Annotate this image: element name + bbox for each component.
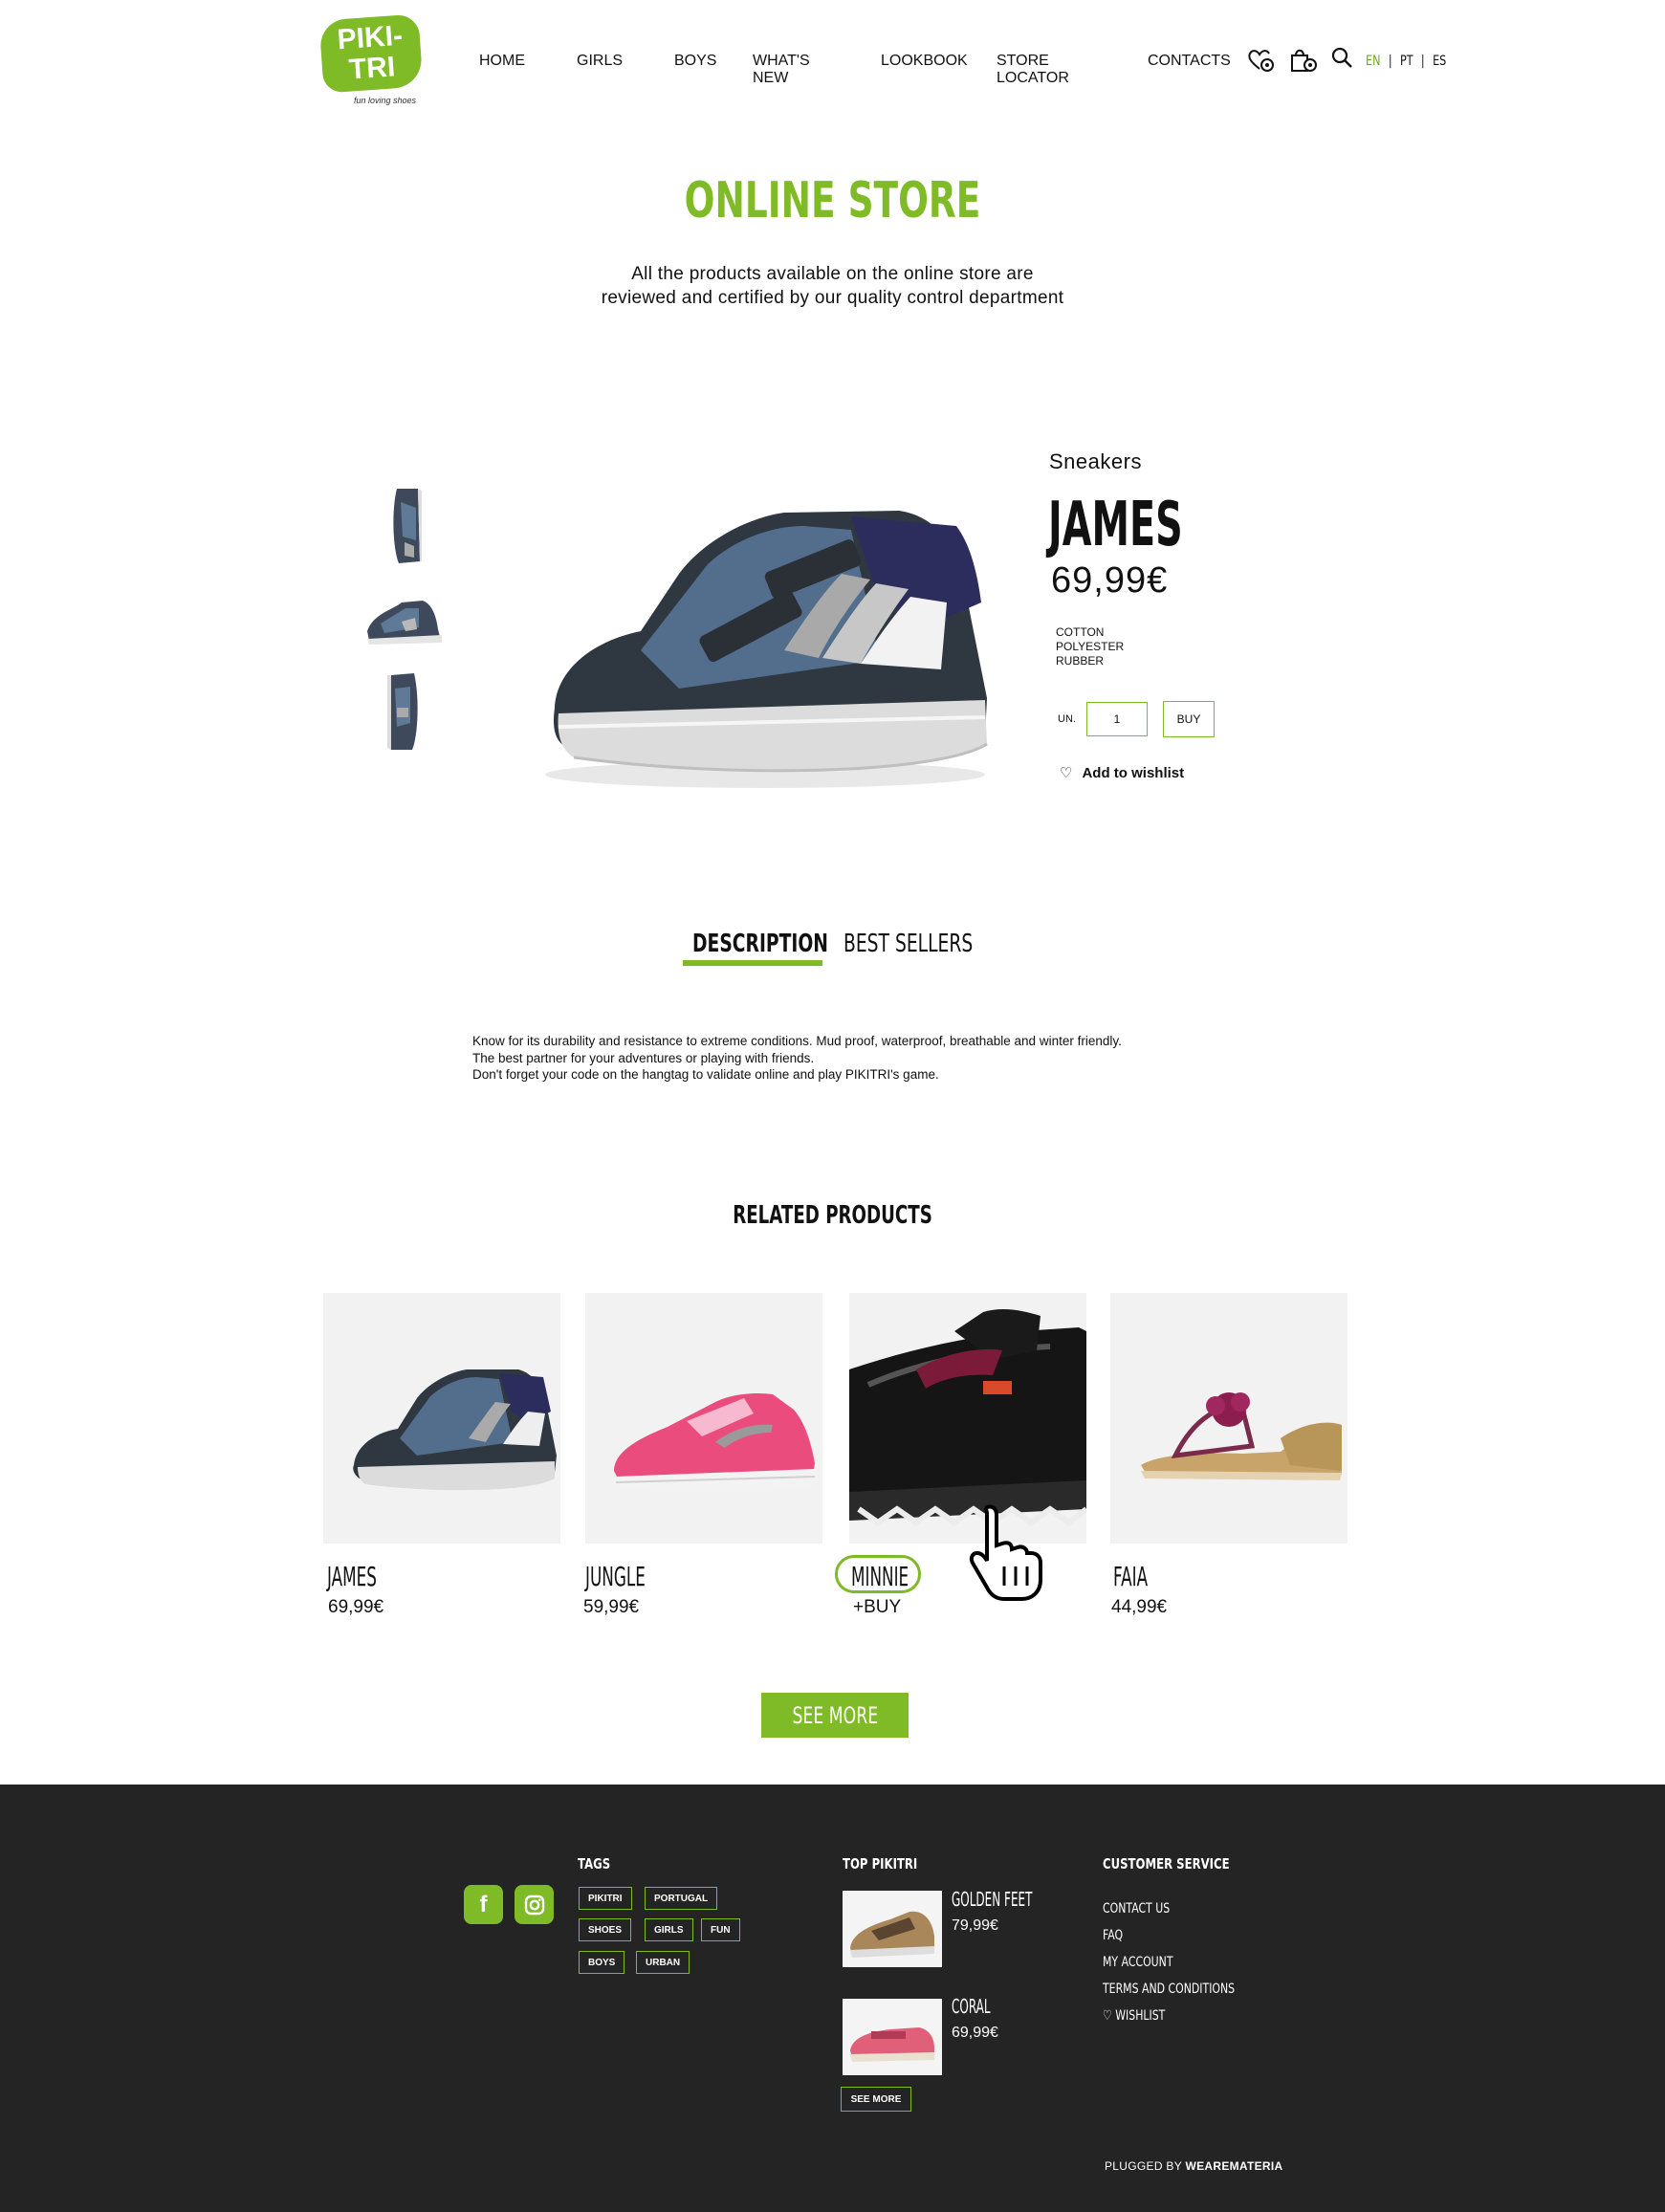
- nav-store-locator[interactable]: STORE LOCATOR: [997, 53, 1069, 87]
- tag-portugal[interactable]: PORTUGAL: [645, 1887, 718, 1910]
- related-price-faia: 44,99€: [1111, 1597, 1168, 1617]
- related-card-image-faia[interactable]: [1110, 1293, 1347, 1544]
- top-item-price-golden-feet: 79,99€: [952, 1917, 998, 1934]
- wishlist-label: Add to wishlist: [1082, 765, 1185, 781]
- related-name-jungle[interactable]: JUNGLE: [585, 1561, 646, 1592]
- tag-urban[interactable]: URBAN: [636, 1951, 690, 1974]
- description-line: The best partner for your adventures or …: [472, 1050, 815, 1065]
- see-more-label: SEE MORE: [792, 1701, 878, 1729]
- cs-link-my-account[interactable]: MY ACCOUNT: [1103, 1955, 1173, 1970]
- nav-contacts[interactable]: CONTACTS: [1148, 53, 1231, 70]
- intro-line: reviewed and certified by our quality co…: [601, 288, 1064, 308]
- product-main-image: [536, 488, 1004, 803]
- top-item-price-coral: 69,99€: [952, 2025, 998, 2041]
- facebook-icon[interactable]: f: [464, 1885, 503, 1924]
- nav-whats-new[interactable]: WHAT'S NEW: [753, 53, 810, 87]
- description-line: Know for its durability and resistance t…: [472, 1034, 1122, 1048]
- related-products-title: RELATED PRODUCTS: [733, 1201, 932, 1230]
- heart-icon: ♡: [1060, 765, 1073, 781]
- header-icons: [1246, 46, 1353, 73]
- plugged-by-label: PLUGGED BY: [1105, 2159, 1182, 2173]
- hand-cursor-icon: [966, 1503, 1042, 1608]
- page-title: ONLINE STORE: [684, 172, 981, 230]
- tab-description[interactable]: DESCRIPTION: [692, 930, 828, 958]
- material-item: RUBBER: [1056, 654, 1105, 668]
- tag-fun[interactable]: FUN: [701, 1918, 740, 1941]
- nav-boys[interactable]: BOYS: [674, 53, 716, 70]
- related-price-jungle: 59,99€: [583, 1597, 640, 1617]
- tab-active-indicator: [683, 960, 822, 966]
- cart-bag-icon[interactable]: [1288, 46, 1317, 73]
- tag-pikitri[interactable]: PIKITRI: [579, 1887, 632, 1910]
- description-text: Know for its durability and resistance t…: [472, 1033, 1122, 1084]
- see-more-button[interactable]: SEE MORE: [761, 1693, 909, 1738]
- footer-cs-title: CUSTOMER SERVICE: [1103, 1855, 1230, 1873]
- logo[interactable]: PIKI-TRI: [318, 13, 424, 94]
- nav-lookbook[interactable]: LOOKBOOK: [881, 53, 968, 70]
- top-item-name-coral[interactable]: CORAL: [952, 1995, 991, 2018]
- thumbnail-3[interactable]: [361, 667, 448, 758]
- quantity-label: UN.: [1058, 713, 1076, 725]
- lang-en[interactable]: EN: [1366, 54, 1380, 69]
- tag-boys[interactable]: BOYS: [579, 1951, 625, 1974]
- instagram-icon[interactable]: [515, 1885, 554, 1924]
- intro-line: All the products available on the online…: [631, 264, 1034, 284]
- quantity-row: UN. 1 BUY: [1058, 701, 1215, 737]
- lang-sep: |: [1388, 54, 1392, 69]
- top-item-name-golden-feet[interactable]: GOLDEN FEET: [952, 1888, 1032, 1911]
- related-name-faia[interactable]: FAIA: [1113, 1561, 1148, 1592]
- cs-link-wishlist[interactable]: ♡ WISHLIST: [1103, 2008, 1165, 2024]
- product-category: Sneakers: [1049, 449, 1142, 473]
- quantity-input[interactable]: 1: [1086, 702, 1148, 736]
- logo-tagline: fun loving shoes: [354, 96, 417, 105]
- material-item: POLYESTER: [1056, 640, 1125, 653]
- related-name-minnie[interactable]: MINNIE: [851, 1561, 909, 1592]
- cs-link-terms[interactable]: TERMS AND CONDITIONS: [1103, 1982, 1235, 1997]
- product-price: 69,99€: [1051, 560, 1169, 601]
- intro-text: All the products available on the online…: [0, 262, 1665, 310]
- logo-text: PIKI-TRI: [336, 19, 405, 86]
- plugged-by-credit[interactable]: PLUGGED BY WEAREMATERIA: [1105, 2159, 1283, 2173]
- tag-girls[interactable]: GIRLS: [645, 1918, 693, 1941]
- top-item-image-golden-feet[interactable]: [843, 1891, 942, 1967]
- tag-shoes[interactable]: SHOES: [579, 1918, 632, 1941]
- material-item: COTTON: [1056, 625, 1105, 639]
- related-card-image-james[interactable]: [323, 1293, 560, 1544]
- related-name-james[interactable]: JAMES: [327, 1561, 377, 1592]
- tab-best-sellers[interactable]: BEST SELLERS: [843, 930, 973, 958]
- product-materials: COTTON POLYESTER RUBBER: [1056, 625, 1124, 668]
- related-card-image-jungle[interactable]: [585, 1293, 822, 1544]
- related-buy-minnie[interactable]: +BUY: [853, 1597, 901, 1618]
- cs-link-faq[interactable]: FAQ: [1103, 1928, 1123, 1943]
- search-icon[interactable]: [1330, 46, 1353, 73]
- cs-link-contact-us[interactable]: CONTACT US: [1103, 1901, 1170, 1916]
- nav-girls[interactable]: GIRLS: [577, 53, 623, 70]
- description-line: Don't forget your code on the hangtag to…: [472, 1067, 939, 1082]
- footer-top-title: TOP PIKITRI: [843, 1855, 918, 1873]
- wishlist-bag-icon[interactable]: [1246, 46, 1275, 73]
- lang-es[interactable]: ES: [1433, 54, 1446, 69]
- buy-button[interactable]: BUY: [1163, 701, 1215, 737]
- lang-sep: |: [1420, 54, 1425, 69]
- plugged-by-brand: WEAREMATERIA: [1185, 2159, 1283, 2173]
- language-switcher: EN | PT | ES: [1366, 54, 1446, 69]
- thumbnail-1[interactable]: [361, 480, 448, 572]
- top-see-more-button[interactable]: SEE MORE: [841, 2087, 911, 2112]
- top-item-image-coral[interactable]: [843, 1999, 942, 2075]
- footer: [0, 1785, 1665, 2212]
- related-price-james: 69,99€: [328, 1597, 384, 1617]
- nav-home[interactable]: HOME: [479, 53, 525, 70]
- thumbnail-2[interactable]: [361, 576, 448, 668]
- add-to-wishlist-link[interactable]: ♡ Add to wishlist: [1060, 764, 1184, 781]
- product-name: JAMES: [1048, 490, 1183, 560]
- lang-pt[interactable]: PT: [1400, 54, 1413, 69]
- footer-tags-title: TAGS: [578, 1855, 611, 1873]
